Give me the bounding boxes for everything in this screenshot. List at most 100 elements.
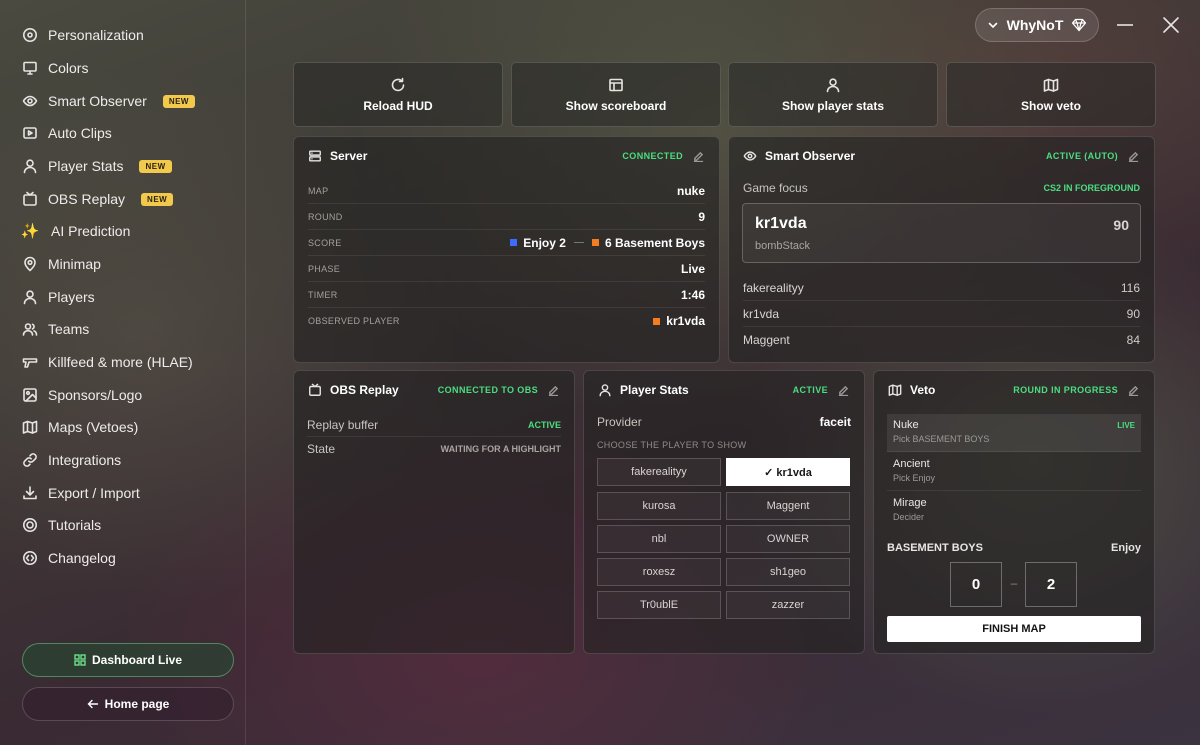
sidebar-item-label: Integrations — [48, 452, 122, 468]
obs-replay-panel: OBS Replay CONNECTED TO OBS Replay buffe… — [293, 370, 575, 654]
veto-team-right: Enjoy — [1111, 542, 1141, 554]
sidebar-item-personalization[interactable]: Personalization — [22, 23, 144, 47]
player-option[interactable]: nbl — [597, 525, 721, 553]
player-option[interactable]: zazzer — [726, 591, 850, 619]
provider-row: Provider faceit — [597, 415, 851, 429]
player-option[interactable]: Tr0ublE — [597, 591, 721, 619]
palette-icon — [22, 27, 38, 43]
sidebar-item-integrations[interactable]: Integrations — [22, 448, 121, 472]
new-badge: NEW — [141, 192, 174, 206]
close-icon — [1162, 16, 1180, 34]
sidebar-item-minimap[interactable]: Minimap — [22, 252, 101, 276]
replay-state-row: State WAITING FOR A HIGHLIGHT — [307, 442, 561, 456]
close-button[interactable] — [1161, 14, 1181, 36]
smart-observer-status: ACTIVE (AUTO) — [1045, 151, 1118, 161]
account-dropdown[interactable]: WhyNoT — [975, 8, 1099, 42]
smart-observer-panel: Smart Observer ACTIVE (AUTO) Game focus … — [728, 136, 1155, 363]
edit-icon — [693, 151, 703, 162]
score-left-input[interactable]: 0 — [950, 562, 1002, 607]
show-scoreboard-button[interactable]: Show scoreboard — [511, 62, 721, 127]
sidebar-item-tutorials[interactable]: Tutorials — [22, 513, 101, 537]
server-edit-button[interactable] — [691, 149, 705, 163]
map-pin-icon — [22, 256, 38, 272]
sidebar-item-sponsors[interactable]: Sponsors/Logo — [22, 383, 142, 407]
dashboard-live-label: Dashboard Live — [91, 653, 183, 667]
sidebar-item-player-stats[interactable]: Player Stats NEW — [22, 154, 172, 178]
new-badge: NEW — [139, 159, 172, 173]
obs-replay-status: CONNECTED TO OBS — [437, 385, 538, 395]
sidebar-item-label: Export / Import — [48, 485, 140, 501]
veto-title: Veto — [910, 383, 936, 397]
observer-row: fakerealityy 116 — [743, 275, 1140, 301]
sidebar-item-ai-prediction[interactable]: ✨ AI Prediction — [21, 219, 131, 243]
observed-player-name: kr1vda — [666, 314, 705, 328]
veto-map-item[interactable]: Nuke Pick BASEMENT BOYS LIVE — [887, 414, 1141, 452]
player-option[interactable]: fakerealityy — [597, 458, 721, 486]
sidebar-item-changelog[interactable]: Changelog — [22, 546, 116, 570]
choose-player-label: CHOOSE THE PLAYER TO SHOW — [597, 440, 747, 450]
replay-icon — [308, 383, 322, 397]
sidebar-item-label: Smart Observer — [48, 93, 147, 109]
score-right-input[interactable]: 2 — [1025, 562, 1077, 607]
download-icon — [22, 485, 38, 501]
sidebar-item-maps[interactable]: Maps (Vetoes) — [22, 415, 138, 439]
sidebar-item-label: Maps (Vetoes) — [48, 419, 139, 435]
arrow-left-icon — [87, 698, 99, 710]
sidebar-item-auto-clips[interactable]: Auto Clips — [22, 121, 112, 145]
player-option[interactable]: kurosa — [597, 492, 721, 520]
sidebar-item-export-import[interactable]: Export / Import — [22, 481, 140, 505]
sidebar-item-label: Changelog — [48, 550, 116, 566]
player-option[interactable]: Maggent — [726, 492, 850, 520]
reload-hud-label: Reload HUD — [363, 98, 433, 113]
sidebar-item-killfeed[interactable]: Killfeed & more (HLAE) — [22, 350, 193, 374]
player-option[interactable]: OWNER — [726, 525, 850, 553]
sidebar-item-label: Killfeed & more (HLAE) — [48, 354, 193, 370]
server-panel: Server CONNECTED MAP nuke ROUND 9 SCORE … — [293, 136, 720, 363]
provider-value: faceit — [819, 415, 851, 429]
dashboard-live-button[interactable]: Dashboard Live — [22, 643, 234, 677]
sidebar-item-label: Auto Clips — [48, 125, 112, 141]
show-veto-button[interactable]: Show veto — [946, 62, 1156, 127]
chevron-down-icon — [987, 19, 999, 31]
user-icon — [22, 289, 38, 305]
sidebar-item-teams[interactable]: Teams — [22, 317, 89, 341]
obs-replay-edit-button[interactable] — [546, 383, 560, 397]
sidebar-item-colors[interactable]: Colors — [22, 56, 88, 80]
smart-observer-edit-button[interactable] — [1126, 149, 1140, 163]
veto-edit-button[interactable] — [1126, 383, 1140, 397]
sidebar: Personalization Colors Smart Observer NE… — [0, 0, 246, 745]
smart-observer-title: Smart Observer — [765, 149, 856, 163]
home-page-button[interactable]: Home page — [22, 687, 234, 721]
link-icon — [22, 452, 38, 468]
player-option-selected[interactable]: ✓ kr1vda — [726, 458, 850, 486]
sidebar-item-obs-replay[interactable]: OBS Replay NEW — [22, 187, 174, 211]
sidebar-item-label: Colors — [48, 60, 89, 76]
server-panel-header: Server CONNECTED — [294, 137, 719, 175]
player-stats-edit-button[interactable] — [836, 383, 850, 397]
player-option[interactable]: sh1geo — [726, 558, 850, 586]
minimize-button[interactable] — [1115, 14, 1135, 36]
sidebar-item-label: AI Prediction — [51, 223, 131, 239]
edit-icon — [1128, 151, 1138, 162]
scoreboard-icon — [608, 77, 624, 93]
server-title: Server — [330, 149, 368, 163]
veto-map-item[interactable]: Mirage Decider — [887, 492, 1141, 530]
finish-map-button[interactable]: FINISH MAP — [887, 616, 1141, 642]
veto-teams-row: BASEMENT BOYS Enjoy — [887, 542, 1141, 554]
veto-map-item[interactable]: Ancient Pick Enjoy — [887, 453, 1141, 491]
server-row-phase: PHASE Live — [308, 256, 705, 282]
server-row-map: MAP nuke — [308, 178, 705, 204]
reload-hud-button[interactable]: Reload HUD — [293, 62, 503, 127]
show-player-stats-button[interactable]: Show player stats — [728, 62, 938, 127]
replay-icon — [22, 191, 38, 207]
show-player-stats-label: Show player stats — [781, 98, 885, 113]
edit-icon — [548, 385, 558, 396]
veto-status: ROUND IN PROGRESS — [1013, 385, 1118, 395]
score-divider — [573, 242, 584, 243]
user-icon — [598, 383, 612, 397]
player-stats-status: ACTIVE — [792, 385, 828, 395]
sidebar-item-players[interactable]: Players — [22, 285, 95, 309]
sidebar-item-smart-observer[interactable]: Smart Observer NEW — [22, 89, 195, 113]
replay-buffer-row: Replay buffer ACTIVE — [307, 413, 561, 437]
player-option[interactable]: roxesz — [597, 558, 721, 586]
